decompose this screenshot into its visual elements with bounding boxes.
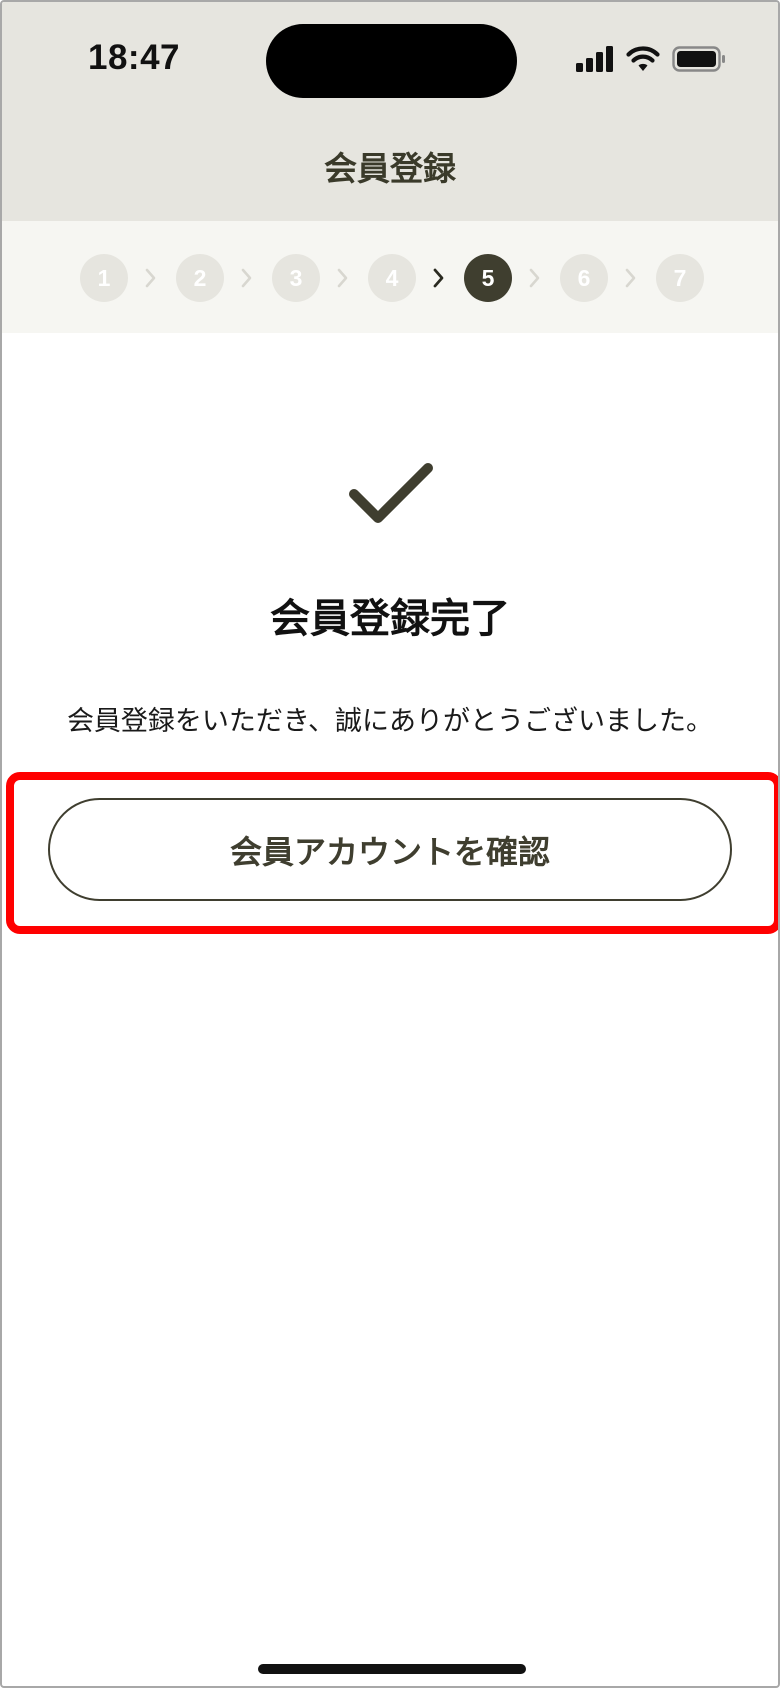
registration-stepper: 1 2 3 4 5 6 7 <box>2 221 778 333</box>
status-time: 18:47 <box>88 38 181 77</box>
chevron-right-icon <box>337 268 348 288</box>
chevron-right-icon <box>625 268 636 288</box>
step-1: 1 <box>80 254 128 302</box>
battery-icon <box>672 46 725 72</box>
chevron-right-icon <box>529 268 540 288</box>
step-3: 3 <box>272 254 320 302</box>
dynamic-island <box>266 24 517 98</box>
confirm-account-button[interactable]: 会員アカウントを確認 <box>48 798 732 901</box>
step-6: 6 <box>560 254 608 302</box>
page-title: 会員登録 <box>324 149 456 188</box>
thank-you-message: 会員登録をいただき、誠にありがとうございました。 <box>66 706 714 737</box>
status-icons <box>576 44 726 74</box>
chevron-right-icon <box>433 268 444 288</box>
step-2: 2 <box>176 254 224 302</box>
step-4: 4 <box>368 254 416 302</box>
check-icon <box>349 463 433 523</box>
step-5-current: 5 <box>464 254 512 302</box>
step-7: 7 <box>656 254 704 302</box>
completion-title: 会員登録完了 <box>270 596 510 642</box>
phone-screen: 18:47 会員登録 1 2 3 4 5 6 7 会員登録完了 会員登録をいただ… <box>0 0 780 1688</box>
home-indicator <box>258 1664 526 1674</box>
chevron-right-icon <box>241 268 252 288</box>
wifi-icon <box>626 46 660 71</box>
cellular-signal-icon <box>576 46 613 72</box>
app-header: 18:47 会員登録 <box>2 2 778 221</box>
chevron-right-icon <box>145 268 156 288</box>
